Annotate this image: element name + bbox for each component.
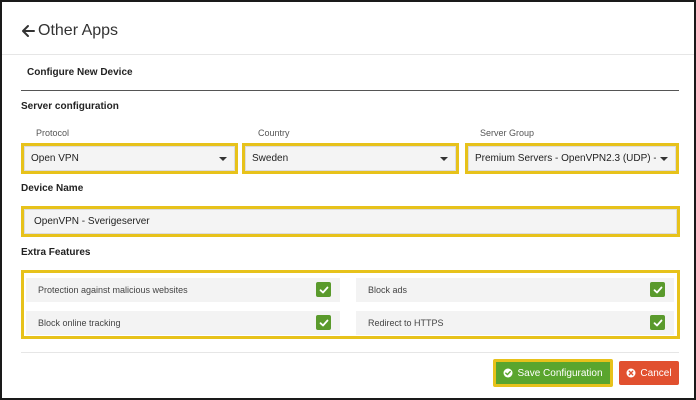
feature-label: Block online tracking <box>38 318 121 328</box>
feature-protection-malicious[interactable]: Protection against malicious websites <box>26 278 340 302</box>
checkbox-checked-icon[interactable] <box>650 315 665 330</box>
feature-block-tracking[interactable]: Block online tracking <box>26 311 340 335</box>
section-title-extra-features: Extra Features <box>21 247 91 258</box>
protocol-label: Protocol <box>36 128 70 138</box>
country-label: Country <box>258 128 290 138</box>
card-title: Configure New Device <box>27 67 133 78</box>
feature-label: Protection against malicious websites <box>38 285 188 295</box>
cancel-button[interactable]: Cancel <box>619 361 679 385</box>
server-group-label: Server Group <box>480 128 535 138</box>
feature-label: Redirect to HTTPS <box>368 318 444 328</box>
server-group-select[interactable]: Premium Servers - OpenVPN2.3 (UDP) - <box>465 143 679 174</box>
footer-divider <box>21 352 679 353</box>
section-title-server-configuration: Server configuration <box>21 101 119 112</box>
device-name-input[interactable]: OpenVPN - Sverigeserver <box>21 206 680 237</box>
chevron-down-icon <box>660 156 668 161</box>
feature-label: Block ads <box>368 285 408 295</box>
extra-features-panel: Protection against malicious websites Bl… <box>21 270 680 339</box>
section-title-device-name: Device Name <box>21 183 84 194</box>
country-select[interactable]: Sweden <box>242 143 459 174</box>
checkbox-checked-icon[interactable] <box>316 282 331 297</box>
close-circle-icon <box>626 368 636 378</box>
page-header[interactable]: Other Apps <box>21 20 118 42</box>
check-circle-icon <box>503 368 513 378</box>
arrow-left-icon[interactable] <box>21 24 35 38</box>
page-title: Other Apps <box>38 22 119 39</box>
checkbox-checked-icon[interactable] <box>650 282 665 297</box>
page-frame: Other Apps Configure New Device Server c… <box>0 0 696 400</box>
country-value: Sweden <box>252 153 289 164</box>
chevron-down-icon <box>440 156 448 161</box>
save-button-label: Save Configuration <box>517 367 603 379</box>
device-name-value: OpenVPN - Sverigeserver <box>34 216 150 227</box>
checkbox-checked-icon[interactable] <box>316 315 331 330</box>
header-divider <box>2 54 694 55</box>
protocol-value: Open VPN <box>31 153 79 164</box>
protocol-select[interactable]: Open VPN <box>21 143 238 174</box>
feature-block-ads[interactable]: Block ads <box>356 278 674 302</box>
save-configuration-button[interactable]: Save Configuration <box>493 359 613 387</box>
card-title-divider <box>21 90 679 91</box>
cancel-button-label: Cancel <box>640 367 672 379</box>
feature-redirect-https[interactable]: Redirect to HTTPS <box>356 311 674 335</box>
server-group-value: Premium Servers - OpenVPN2.3 (UDP) - <box>475 153 656 164</box>
chevron-down-icon <box>219 156 227 161</box>
